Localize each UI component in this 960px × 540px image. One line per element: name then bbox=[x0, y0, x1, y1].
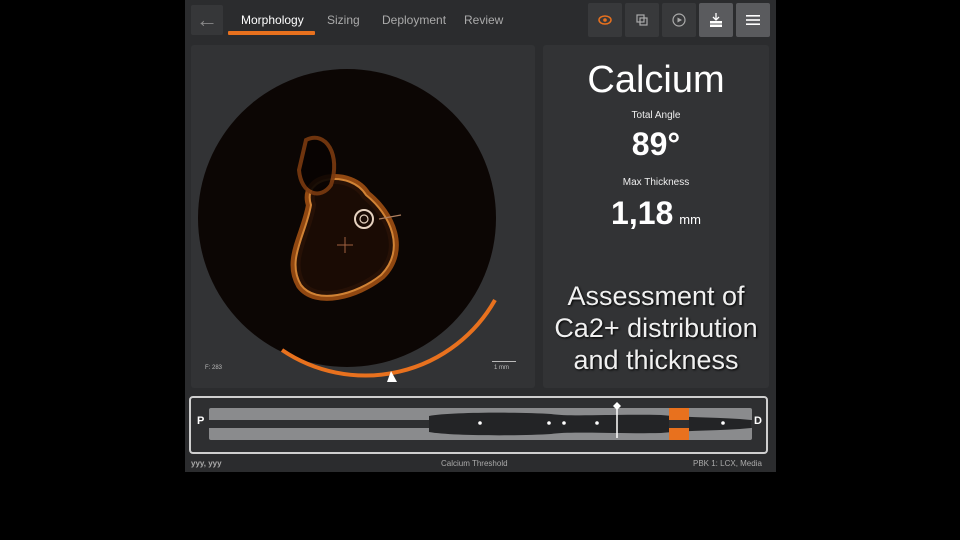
oct-cross-section[interactable] bbox=[191, 45, 535, 388]
side-branch bbox=[296, 135, 337, 196]
oct-image-panel: F: 283 1 mm bbox=[191, 45, 535, 388]
status-bar: yyy, yyy Calcium Threshold PBK 1: LCX, M… bbox=[185, 457, 776, 472]
marker-dot bbox=[721, 421, 725, 425]
max-thickness-label: Max Thickness bbox=[622, 177, 690, 188]
max-thickness-value: 1,18 bbox=[611, 195, 674, 231]
top-bar: ← Morphology Sizing Deployment Review bbox=[185, 0, 776, 40]
stack-export-icon bbox=[710, 13, 722, 27]
app-window: ← Morphology Sizing Deployment Review F:… bbox=[185, 0, 776, 472]
copy-icon bbox=[636, 14, 648, 26]
play-icon bbox=[672, 13, 686, 27]
longitudinal-view[interactable]: P D bbox=[189, 396, 768, 454]
total-angle-label: Total Angle bbox=[631, 110, 681, 121]
longitudinal-profile bbox=[209, 402, 752, 440]
total-angle-value: 89° bbox=[631, 126, 681, 162]
status-left: yyy, yyy bbox=[191, 459, 222, 468]
view-toggle-button[interactable] bbox=[588, 3, 622, 37]
scale-bar bbox=[492, 361, 516, 362]
frame-label: F: 283 bbox=[205, 365, 223, 371]
note-line-3: and thickness bbox=[573, 345, 739, 375]
scale-label: 1 mm bbox=[494, 365, 509, 371]
arrow-left-icon: ← bbox=[196, 7, 218, 32]
active-tab-indicator bbox=[228, 31, 315, 35]
max-thickness-unit: mm bbox=[679, 212, 701, 227]
tab-review[interactable]: Review bbox=[464, 0, 503, 40]
eye-icon bbox=[598, 15, 612, 25]
marker-dot bbox=[478, 421, 482, 425]
note-line-1: Assessment of bbox=[567, 281, 745, 311]
result-title: Calcium bbox=[587, 59, 725, 101]
max-thickness-row: 1,18 mm bbox=[543, 195, 769, 232]
note-line-2: Ca2+ distribution bbox=[554, 313, 758, 343]
copy-button[interactable] bbox=[625, 3, 659, 37]
play-button[interactable] bbox=[662, 3, 696, 37]
marker-dot bbox=[547, 421, 551, 425]
calcium-info-panel: Calcium Total Angle 89° Max Thickness 1,… bbox=[543, 45, 769, 388]
tab-sizing[interactable]: Sizing bbox=[327, 0, 360, 40]
status-center: Calcium Threshold bbox=[441, 459, 508, 468]
menu-icon bbox=[746, 15, 760, 25]
status-right: PBK 1: LCX, Media bbox=[693, 459, 762, 468]
export-button[interactable] bbox=[699, 3, 733, 37]
marker-dot bbox=[562, 421, 566, 425]
back-button[interactable]: ← bbox=[191, 5, 223, 35]
menu-button[interactable] bbox=[736, 3, 770, 37]
marker-dot bbox=[595, 421, 599, 425]
tab-deployment[interactable]: Deployment bbox=[382, 0, 446, 40]
calcium-gap bbox=[669, 420, 689, 428]
